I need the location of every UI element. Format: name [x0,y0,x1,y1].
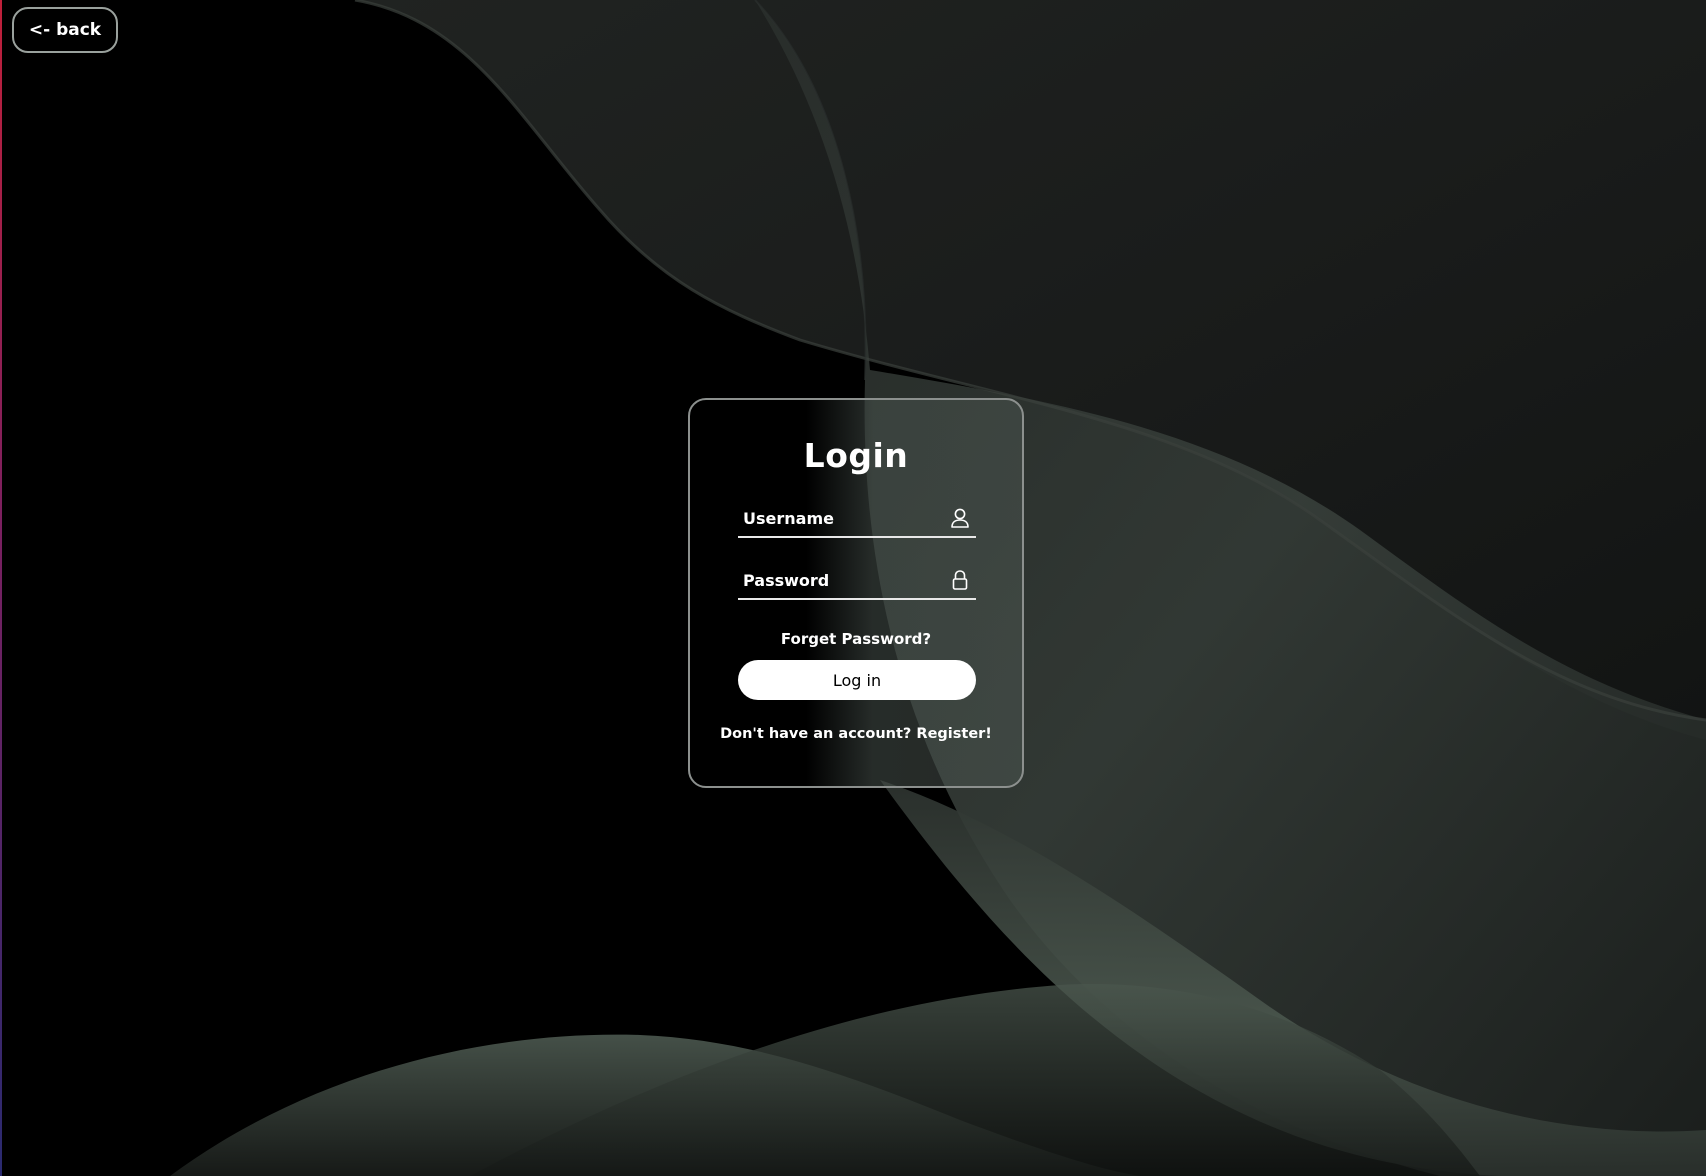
forgot-password-link[interactable]: Forget Password? [690,630,1022,648]
password-field[interactable] [738,564,976,600]
register-prompt-text: Don't have an account? [720,726,912,742]
password-input[interactable] [738,564,943,596]
username-input[interactable] [738,502,943,534]
login-page: <- back Login Forget Password? Log in [0,0,1706,1176]
register-link[interactable]: Register! [916,726,992,742]
left-edge-strip [0,0,2,1176]
lock-icon [950,569,970,591]
login-title: Login [803,436,909,475]
user-icon [950,507,970,529]
login-card: Login Forget Password? Log in Don' [688,398,1024,788]
username-field[interactable] [738,502,976,538]
login-button[interactable]: Log in [738,660,976,700]
back-button[interactable]: <- back [12,7,118,53]
register-prompt: Don't have an account? Register! [690,726,1022,742]
